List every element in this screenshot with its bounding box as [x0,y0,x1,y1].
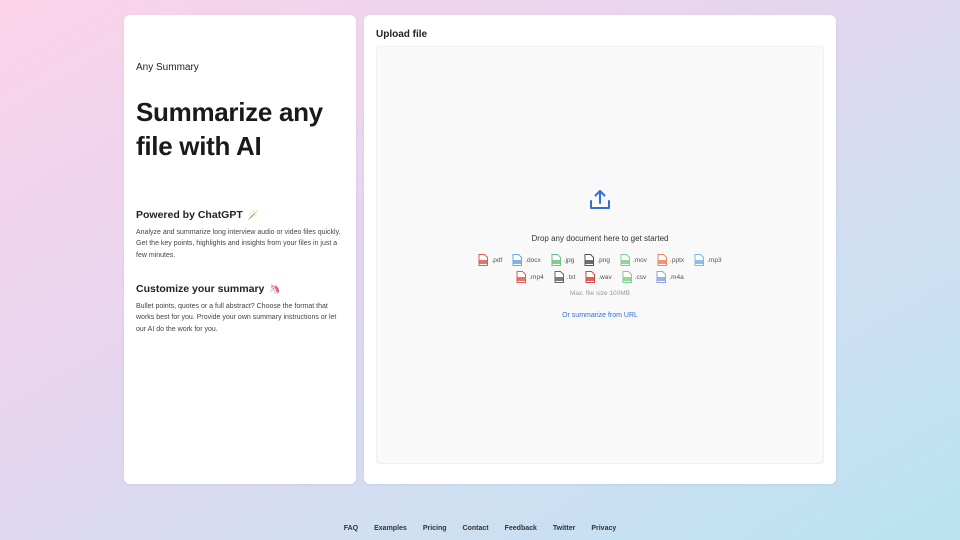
upload-icon [590,190,610,209]
footer-link-faq[interactable]: FAQ [344,525,358,532]
format-item: .png [584,254,610,266]
footer-nav: FAQ Examples Pricing Contact Feedback Twitter… [0,525,960,532]
format-label: .m4a [669,273,684,281]
format-item: .pptx [657,254,684,266]
format-label: .txt [566,273,576,281]
format-item: .m4a [656,271,684,283]
format-item: .wav [585,271,612,283]
footer-link-contact[interactable]: Contact [463,525,489,532]
format-item: .jpg [551,254,574,266]
format-item: .txt [554,271,576,283]
format-label: .wav [598,273,612,281]
footer-link-privacy[interactable]: Privacy [591,525,616,532]
docx-file-icon [512,254,523,266]
section-text-chatgpt: Analyze and summarize long interview aud… [136,229,341,259]
csv-file-icon [622,271,632,283]
formats-row-2: .mp4 .txt .wav .csv .m4a [377,271,823,283]
pptx-file-icon [657,254,668,266]
section-title-chatgpt: Powered by ChatGPT 🪄 [136,209,259,221]
unicorn-icon: 🦄 [269,284,281,294]
mp4-file-icon [516,271,527,283]
jpg-file-icon [551,254,561,266]
format-item: .mp3 [694,254,722,266]
formats-row-1: .pdf .docx .jpg .png .mov .pptx .mp3 [377,254,823,266]
wav-file-icon [585,271,596,283]
magic-wand-icon: 🪄 [247,210,259,220]
format-item: .docx [512,254,541,266]
section-title-text: Powered by ChatGPT [136,209,243,221]
brand-name: Any Summary [136,62,199,73]
format-label: .jpg [563,256,575,264]
intro-card: Any Summary Summarize any file with AI P… [124,15,356,484]
footer-link-twitter[interactable]: Twitter [553,525,575,532]
max-file-size: Max. file size 100MB [570,290,630,297]
section-text-customize: Bullet points, quotes or a full abstract… [136,303,337,333]
format-item: .mp4 [516,271,544,283]
mp3-file-icon [694,254,705,266]
m4a-file-icon [656,271,667,283]
format-label: .pptx [670,256,685,264]
upload-card: Upload file Drop any document here to ge… [364,15,836,484]
section-title-text: Customize your summary [136,283,265,295]
format-label: .mp4 [529,273,544,281]
format-label: .png [597,256,610,264]
drop-instructions: Drop any document here to get started [531,234,669,243]
format-label: .docx [525,256,541,264]
format-label: .csv [634,273,647,281]
format-item: .pdf [478,254,502,266]
png-file-icon [584,254,595,266]
mov-file-icon [620,254,630,266]
pdf-file-icon [478,254,489,266]
format-item: .mov [620,254,647,266]
footer-link-pricing[interactable]: Pricing [423,525,447,532]
txt-file-icon [554,271,564,283]
summarize-url-link[interactable]: Or summarize from URL [377,312,823,319]
footer-link-feedback[interactable]: Feedback [505,525,537,532]
footer-link-examples[interactable]: Examples [374,525,407,532]
upload-title: Upload file [376,29,428,40]
format-label: .mov [632,256,648,264]
file-dropzone[interactable]: Drop any document here to get started .p… [376,46,824,464]
format-item: .csv [622,271,647,283]
page-title: Summarize any file with AI [136,97,323,161]
format-label: .mp3 [707,256,722,264]
format-label: .pdf [491,256,503,264]
section-title-customize: Customize your summary 🦄 [136,283,281,295]
